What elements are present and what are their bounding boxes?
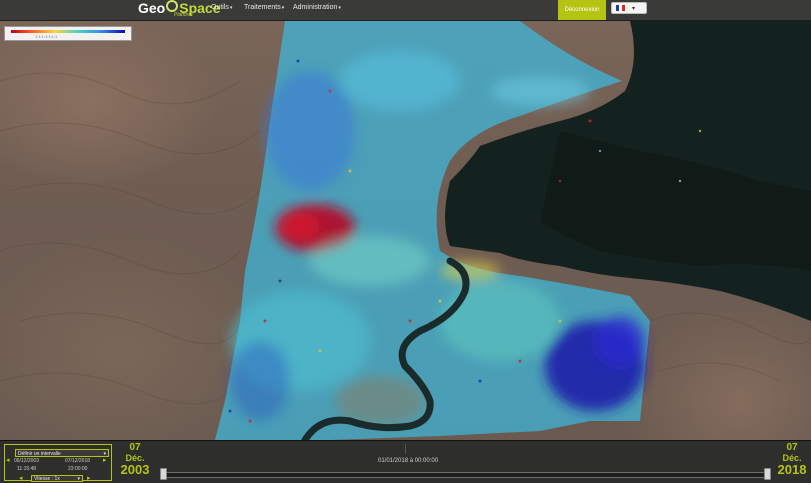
satellite-imagery: [0, 21, 811, 440]
france-flag-icon: [616, 5, 625, 11]
previous-arrow-icon[interactable]: ◂: [6, 456, 10, 464]
timeline-marker: [405, 444, 406, 454]
logo-geo-text: Geo: [138, 0, 166, 16]
interval-select[interactable]: Définir un intervalle ▾: [15, 449, 109, 457]
color-scale-legend: 1:1:1:1:1:1:1: [4, 26, 132, 41]
end-date-display: 07 Déc. 2018: [776, 443, 808, 477]
menu-outils[interactable]: Outils▾: [211, 4, 232, 11]
legend-label: 1:1:1:1:1:1:1: [35, 34, 58, 39]
interval-end-date: 07/12/2018: [65, 458, 91, 464]
slider-end-handle[interactable]: [764, 468, 771, 480]
menu-traitements[interactable]: Traitements▾: [244, 4, 284, 11]
logout-button[interactable]: Déconnexion: [558, 0, 606, 20]
top-navbar: Geo Space Platform Outils▾ Traitements▾ …: [0, 0, 811, 21]
interval-start-time: 11:15:48: [17, 466, 37, 472]
start-day: 07: [129, 442, 141, 453]
slider-start-handle[interactable]: [160, 468, 167, 480]
speed-select[interactable]: Vitesse : 1x ▾: [31, 475, 83, 482]
caret-down-icon: ▾: [281, 5, 285, 11]
map-view[interactable]: 1:1:1:1:1:1:1: [0, 21, 811, 440]
play-backward-icon[interactable]: ◂: [19, 474, 23, 482]
menu-administration-label: Administration: [293, 4, 338, 11]
menu-traitements-label: Traitements: [244, 4, 281, 11]
play-forward-icon[interactable]: ▸: [87, 474, 91, 482]
timeline-slider-track[interactable]: [162, 472, 770, 478]
globe-icon: [166, 0, 179, 12]
interval-end-time: 23:00:00: [68, 466, 88, 472]
interval-select-value: Définir un intervalle: [18, 451, 61, 457]
end-year: 2018: [777, 462, 807, 477]
time-controls-panel: Définir un intervalle ▾ ◂ ▸ 06/12/2003 0…: [4, 444, 112, 482]
interval-start-date: 06/12/2003: [14, 458, 40, 464]
menu-outils-label: Outils: [211, 4, 229, 11]
start-year: 2003: [120, 462, 150, 477]
next-arrow-icon[interactable]: ▸: [103, 456, 107, 464]
caret-down-icon: ▾: [338, 5, 341, 11]
color-ramp: [11, 30, 125, 33]
logo-platform-text: Platform: [174, 12, 193, 18]
speed-select-value: Vitesse : 1x: [34, 476, 60, 482]
start-date-display: 07 Déc. 2003: [120, 443, 150, 477]
caret-down-icon: ▾: [229, 5, 233, 11]
chevron-down-icon: ▾: [632, 5, 636, 12]
geospace-logo[interactable]: Geo Space Platform: [138, 0, 220, 20]
current-datetime: 01/01/2018 à 00:00:00: [378, 458, 439, 464]
end-day: 07: [786, 442, 798, 453]
language-dropdown[interactable]: ▾: [611, 2, 647, 14]
menu-administration[interactable]: Administration▾: [293, 4, 341, 11]
